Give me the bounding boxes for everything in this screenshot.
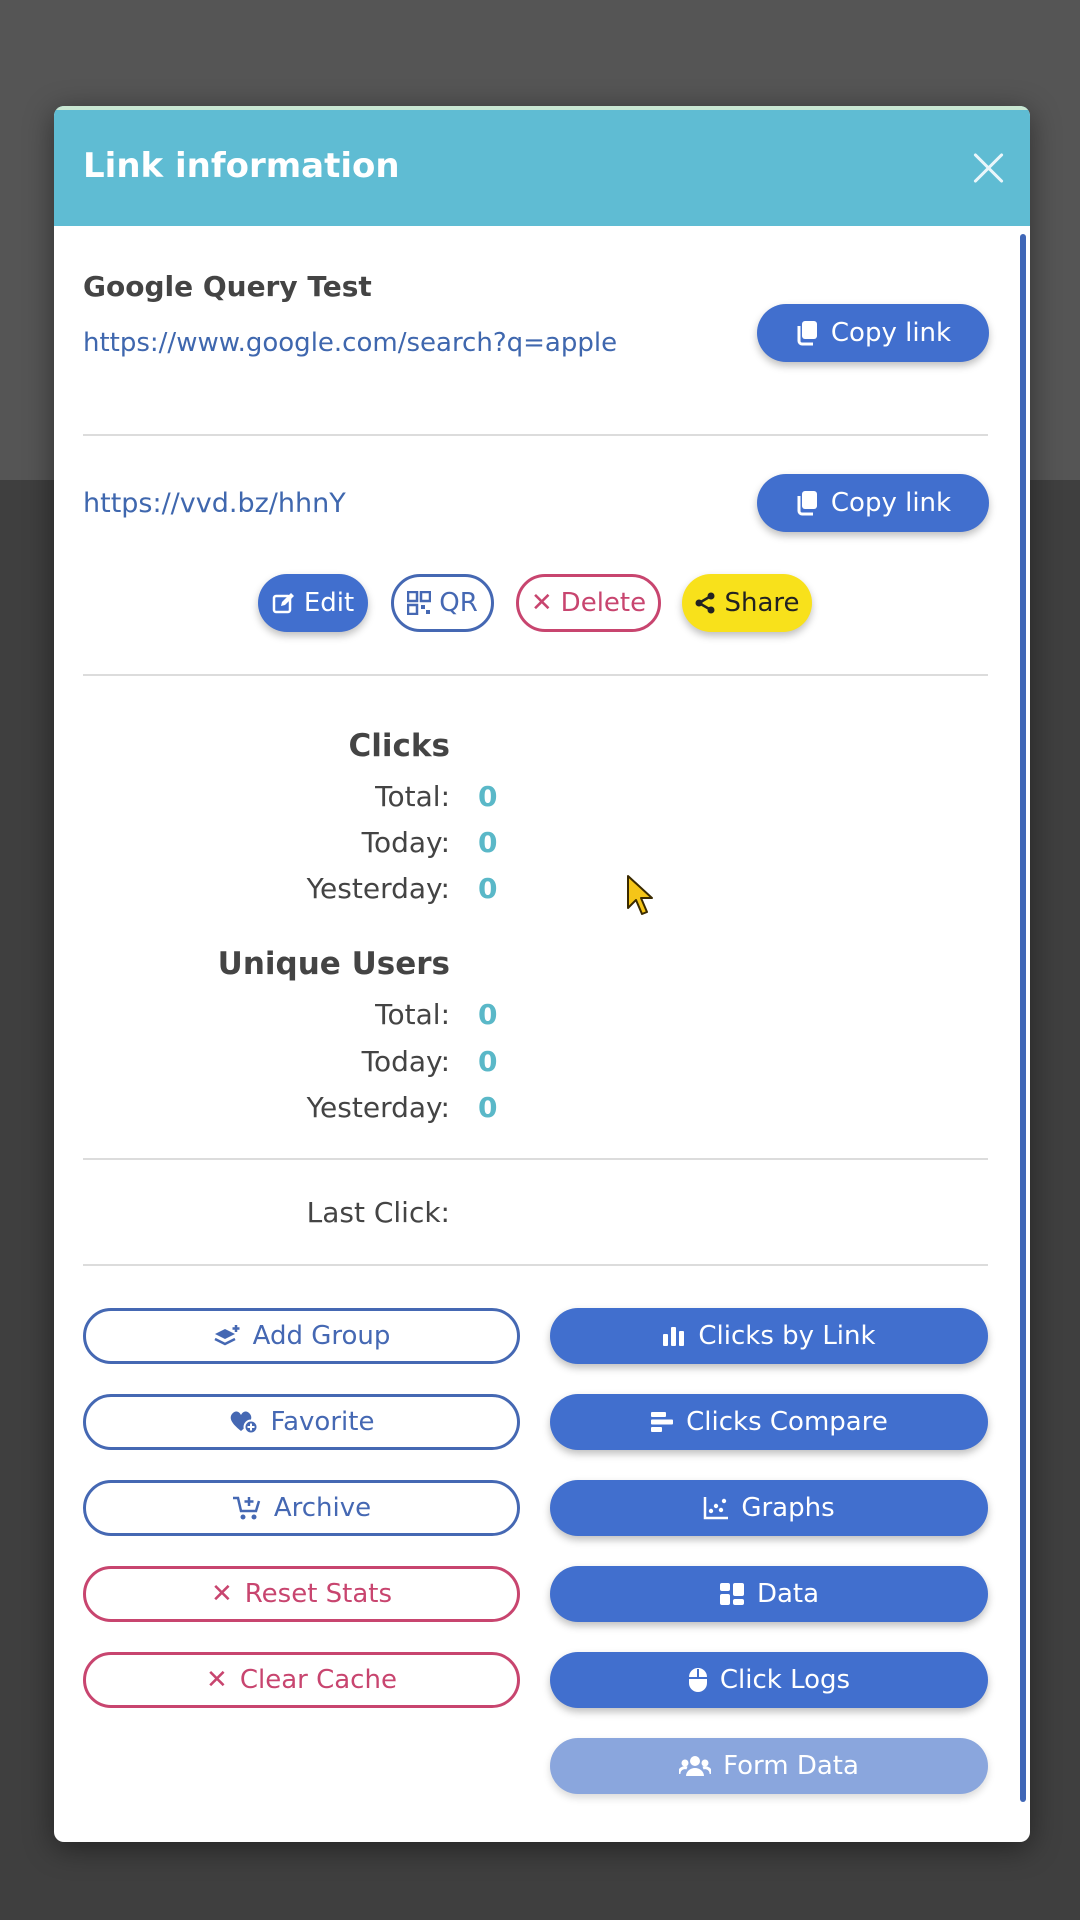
clicks-compare-label: Clicks Compare (686, 1407, 888, 1437)
favorite-label: Favorite (270, 1407, 375, 1437)
last-click-label: Last Click: (306, 1196, 450, 1229)
copy-link-label: Copy link (830, 318, 952, 348)
clear-cache-button[interactable]: ✕ Clear Cache (83, 1652, 520, 1708)
copy-short-link-button[interactable]: Copy link (757, 474, 989, 532)
unique-users-today-label: Today: (361, 1045, 450, 1078)
clicks-today-value: 0 (478, 826, 498, 859)
close-icon[interactable] (970, 150, 1006, 186)
edit-label: Edit (303, 588, 355, 618)
copy-destination-link-button[interactable]: Copy link (757, 304, 989, 362)
unique-users-today-value: 0 (478, 1045, 498, 1078)
qr-button[interactable]: QR (391, 574, 494, 632)
graphs-button[interactable]: Graphs (550, 1480, 988, 1536)
dashboard-grid-icon (719, 1583, 744, 1605)
link-information-modal: Link information Google Query Test https… (54, 106, 1030, 1842)
unique-users-yesterday-value: 0 (478, 1091, 498, 1124)
clicks-yesterday-value: 0 (478, 872, 498, 905)
destination-url[interactable]: https://www.google.com/search?q=apple (83, 328, 617, 358)
bar-chart-icon (663, 1327, 685, 1346)
x-icon: ✕ (210, 1579, 233, 1609)
form-data-label: Form Data (723, 1751, 859, 1781)
click-logs-label: Click Logs (719, 1665, 851, 1695)
copy-link-label: Copy link (830, 488, 952, 518)
mouse-pointer-icon (627, 875, 653, 915)
data-button[interactable]: Data (550, 1566, 988, 1622)
qr-label: QR (439, 588, 478, 618)
scatter-chart-icon (704, 1497, 729, 1520)
mouse-icon (688, 1668, 707, 1692)
x-icon: ✕ (530, 588, 553, 618)
x-icon: ✕ (206, 1665, 228, 1695)
archive-button[interactable]: Archive (83, 1480, 520, 1536)
edit-button[interactable]: Edit (258, 574, 368, 632)
form-data-button[interactable]: Form Data (550, 1738, 988, 1794)
favorite-button[interactable]: Favorite (83, 1394, 520, 1450)
modal-header: Link information (54, 106, 1030, 226)
short-url[interactable]: https://vvd.bz/hhnY (83, 488, 346, 519)
qr-code-icon (407, 591, 432, 615)
share-label: Share (724, 588, 800, 618)
modal-title: Link information (83, 146, 400, 186)
copy-icon (797, 321, 817, 346)
unique-users-total-value: 0 (478, 998, 498, 1031)
graphs-label: Graphs (741, 1493, 835, 1523)
clicks-by-link-label: Clicks by Link (698, 1321, 876, 1351)
unique-users-total-label: Total: (375, 998, 450, 1031)
clear-cache-label: Clear Cache (239, 1665, 397, 1695)
cart-plus-icon (232, 1496, 261, 1520)
heart-plus-icon (230, 1411, 259, 1435)
clicks-total-value: 0 (478, 780, 498, 813)
clicks-yesterday-label: Yesterday: (306, 872, 450, 905)
clicks-by-link-button[interactable]: Clicks by Link (550, 1308, 988, 1364)
data-label: Data (756, 1579, 820, 1609)
copy-icon (797, 491, 817, 516)
share-icon (695, 592, 715, 614)
users-icon (679, 1756, 712, 1776)
divider (83, 674, 988, 676)
reset-stats-label: Reset Stats (244, 1579, 393, 1609)
clicks-total-label: Total: (375, 780, 450, 813)
delete-label: Delete (560, 588, 647, 618)
add-group-label: Add Group (252, 1321, 391, 1351)
delete-button[interactable]: ✕ Delete (516, 574, 661, 632)
click-logs-button[interactable]: Click Logs (550, 1652, 988, 1708)
archive-label: Archive (273, 1493, 372, 1523)
horizontal-bars-icon (651, 1412, 674, 1432)
add-group-button[interactable]: Add Group (83, 1308, 520, 1364)
clicks-heading: Clicks (348, 728, 450, 764)
divider (83, 1264, 988, 1266)
reset-stats-button[interactable]: ✕ Reset Stats (83, 1566, 520, 1622)
link-name: Google Query Test (83, 270, 372, 303)
scrollbar[interactable] (1020, 234, 1026, 1802)
clicks-today-label: Today: (361, 826, 450, 859)
unique-users-heading: Unique Users (217, 946, 450, 982)
divider (83, 1158, 988, 1160)
layers-plus-icon (214, 1325, 240, 1346)
edit-icon (272, 593, 294, 614)
divider (83, 434, 988, 436)
share-button[interactable]: Share (682, 574, 812, 632)
unique-users-yesterday-label: Yesterday: (306, 1091, 450, 1124)
clicks-compare-button[interactable]: Clicks Compare (550, 1394, 988, 1450)
